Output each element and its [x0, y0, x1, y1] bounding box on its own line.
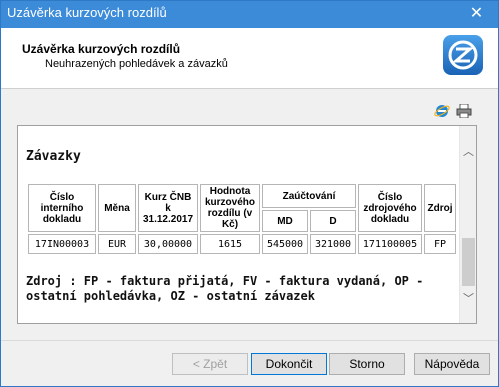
dialog-window: Uzávěrka kurzových rozdílů ✕ Uzávěrka ku… — [0, 0, 499, 387]
col-header-kurz: Kurz ČNB k 31.12.2017 — [138, 184, 198, 232]
window-title: Uzávěrka kurzových rozdílů — [7, 5, 167, 20]
report-panel[interactable]: Závazky Číslo interního dokladu Měna Kur… — [17, 125, 477, 324]
liabilities-table: Číslo interního dokladu Měna Kurz ČNB k … — [26, 182, 458, 256]
cell-d: 321000 — [310, 234, 356, 254]
scroll-down-arrow-icon[interactable]: ﹀ — [460, 291, 476, 308]
cell-hodnota: 1615 — [200, 234, 260, 254]
title-bar[interactable]: Uzávěrka kurzových rozdílů ✕ — [1, 1, 498, 28]
section-title: Závazky — [26, 149, 81, 164]
col-header-md: MD — [262, 210, 308, 232]
close-button[interactable]: ✕ — [455, 1, 498, 28]
source-legend-note: Zdroj : FP - faktura přijatá, FV - faktu… — [26, 274, 424, 303]
table-row: 17IN00003 EUR 30,00000 1615 545000 32100… — [28, 234, 456, 254]
header-title: Uzávěrka kurzových rozdílů — [22, 42, 181, 56]
col-header-d: D — [310, 210, 356, 232]
cell-zdroj-doklad: 171100005 — [358, 234, 422, 254]
scroll-thumb[interactable] — [462, 238, 475, 286]
cell-md: 545000 — [262, 234, 308, 254]
internet-explorer-icon[interactable] — [434, 103, 450, 119]
col-header-mena: Měna — [98, 184, 136, 232]
app-logo-icon — [443, 35, 483, 75]
col-header-zdroj: Zdroj — [424, 184, 456, 232]
scroll-up-arrow-icon[interactable]: ︿ — [460, 144, 476, 161]
cell-zdroj: FP — [424, 234, 456, 254]
col-header-zauctovani: Zaúčtování — [262, 184, 356, 208]
col-header-hodnota: Hodnota kurzového rozdílu (v Kč) — [200, 184, 260, 232]
back-button[interactable]: < Zpět — [172, 353, 248, 375]
cell-kurz: 30,00000 — [138, 234, 198, 254]
footer-divider — [1, 340, 498, 341]
header-subtitle: Neuhrazených pohledávek a závazků — [45, 58, 228, 70]
col-header-cislo: Číslo interního dokladu — [28, 184, 96, 232]
print-icon[interactable] — [456, 104, 472, 118]
cancel-button[interactable]: Storno — [329, 353, 405, 375]
cell-cislo: 17IN00003 — [28, 234, 96, 254]
vertical-scrollbar[interactable]: ︿ ﹀ — [459, 126, 476, 323]
table-header-row: Číslo interního dokladu Měna Kurz ČNB k … — [28, 184, 456, 232]
wizard-header: Uzávěrka kurzových rozdílů Neuhrazených … — [1, 28, 498, 89]
help-button[interactable]: Nápověda — [414, 353, 490, 375]
cell-mena: EUR — [98, 234, 136, 254]
finish-button[interactable]: Dokončit — [251, 353, 327, 375]
report-toolbar — [431, 103, 481, 121]
col-header-zdroj-doklad: Číslo zdrojového dokladu — [358, 184, 422, 232]
